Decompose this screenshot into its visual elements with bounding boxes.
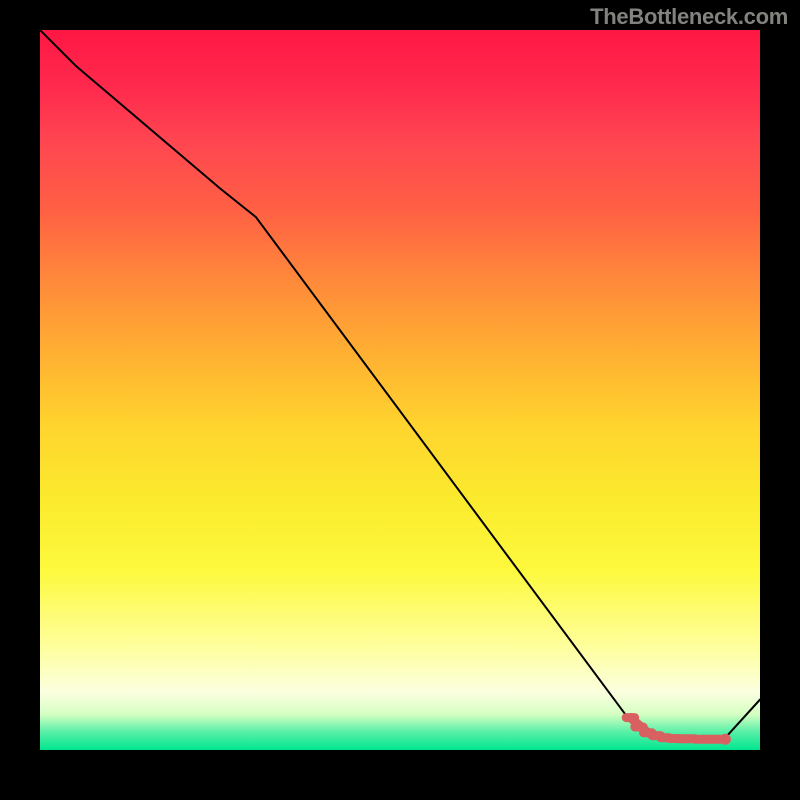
bottleneck-zone-markers [626, 718, 731, 745]
bottleneck-marker-dot [720, 734, 731, 745]
watermark-text: TheBottleneck.com [590, 4, 788, 30]
bottleneck-curve-line [40, 30, 760, 739]
chart-svg-layer [40, 30, 760, 750]
